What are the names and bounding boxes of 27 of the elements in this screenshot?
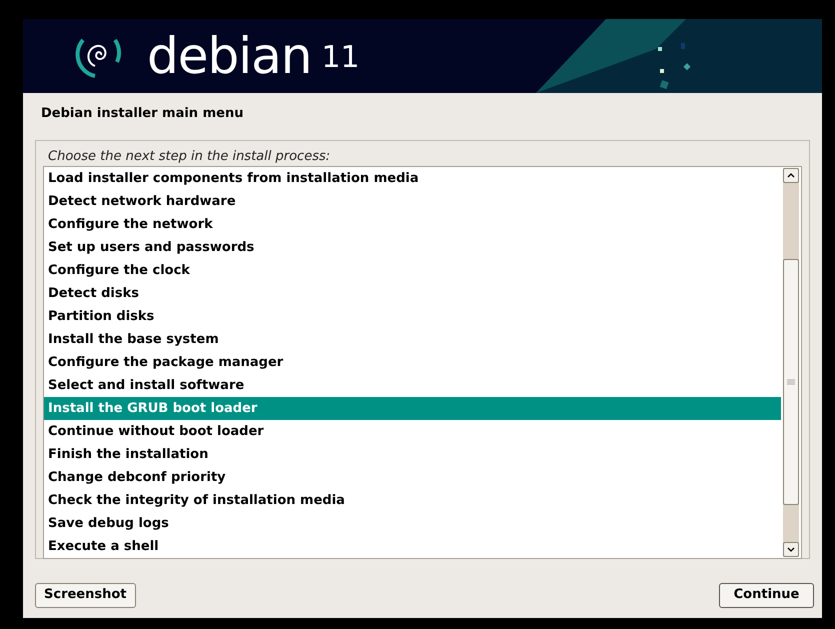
menu-item[interactable]: Configure the network bbox=[44, 213, 781, 236]
menu-item[interactable]: Set up users and passwords bbox=[44, 236, 781, 259]
scroll-thumb[interactable] bbox=[783, 259, 799, 505]
scrollbar[interactable] bbox=[783, 168, 799, 557]
version-number: 11 bbox=[321, 43, 360, 73]
menu-item[interactable]: Partition disks bbox=[44, 305, 781, 328]
menu-item[interactable]: Change debconf priority bbox=[44, 466, 781, 489]
menu-item[interactable]: Select and install software bbox=[44, 374, 781, 397]
menu-item[interactable]: Install the base system bbox=[44, 328, 781, 351]
scroll-up-icon[interactable] bbox=[783, 168, 799, 183]
menu-item[interactable]: Check the integrity of installation media bbox=[44, 489, 781, 512]
menu-item[interactable]: Finish the installation bbox=[44, 443, 781, 466]
menu-item[interactable]: Save debug logs bbox=[44, 512, 781, 535]
menu-item[interactable]: Execute a shell bbox=[44, 535, 781, 558]
menu-item[interactable]: Install the GRUB boot loader bbox=[44, 397, 781, 420]
logo-text: debian bbox=[147, 31, 312, 81]
menu-item[interactable]: Load installer components from installation media bbox=[44, 167, 781, 190]
menu-item[interactable]: Configure the clock bbox=[44, 259, 781, 282]
menu-item[interactable]: Configure the package manager bbox=[44, 351, 781, 374]
continue-button[interactable]: Continue bbox=[719, 582, 814, 608]
menu-item[interactable]: Detect disks bbox=[44, 282, 781, 305]
menu-item[interactable]: Detect network hardware bbox=[44, 190, 781, 213]
window-title: Debian installer main menu bbox=[40, 105, 244, 123]
menu-item[interactable]: Continue without boot loader bbox=[44, 420, 781, 443]
prompt-text: Choose the next step in the install process: bbox=[47, 148, 332, 166]
scroll-down-icon[interactable] bbox=[783, 542, 799, 557]
screenshot-button[interactable]: Screenshot bbox=[35, 582, 136, 608]
